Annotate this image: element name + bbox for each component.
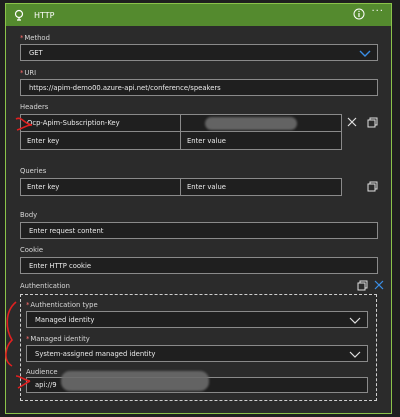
annotation-overlay xyxy=(5,117,33,389)
annotation-arrow-headers xyxy=(15,117,33,131)
annotation-arrow-audience xyxy=(15,375,31,389)
annotation-bracket-auth xyxy=(5,301,17,367)
